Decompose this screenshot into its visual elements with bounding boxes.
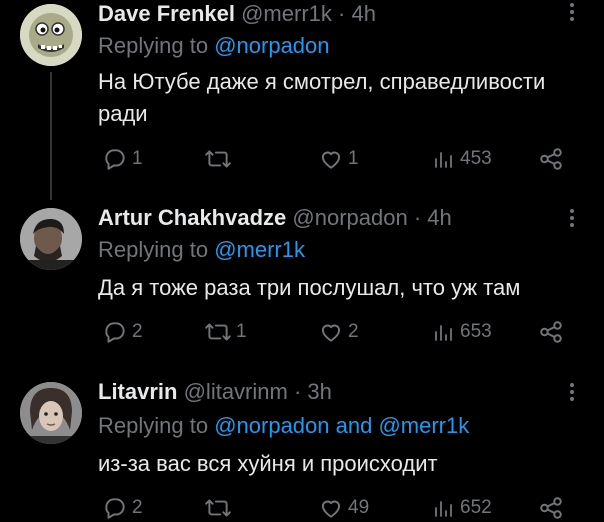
like-button[interactable]: 2 [318,318,359,346]
mention-link[interactable]: @norpadon and @merr1k [214,413,469,438]
analytics-icon [435,501,452,517]
like-count: 2 [348,321,359,342]
reply-count: 2 [132,497,143,518]
share-icon [540,148,562,170]
tweet[interactable]: Dave Frenkel @merr1k · 4h Replying to @n… [0,0,604,200]
retweet-count: 1 [236,321,247,342]
tweet[interactable]: Litavrin @litavrinm · 3h Replying to @no… [0,378,604,519]
reply-icon [105,498,125,519]
timestamp[interactable]: · 4h [338,1,376,26]
like-button[interactable]: 1 [318,145,359,173]
retweet-icon [205,150,231,168]
views-button[interactable]: 653 [432,318,492,346]
retweet-icon [205,499,231,517]
display-name[interactable]: Dave Frenkel [98,1,235,26]
replying-to: Replying to @norpadon and @merr1k [98,412,469,440]
retweet-button[interactable] [204,145,236,173]
tweet-header: Litavrin @litavrinm · 3h [98,378,332,406]
reply-icon [105,322,125,343]
view-count: 653 [460,321,492,342]
tweet-header: Artur Chakhvadze @norpadon · 4h [98,204,452,232]
reply-button[interactable]: 2 [102,318,143,346]
display-name[interactable]: Litavrin [98,379,177,404]
reply-icon [105,149,125,170]
share-icon [540,321,562,343]
reply-count: 2 [132,321,143,342]
more-options-button[interactable] [564,206,580,232]
like-count: 1 [348,148,359,169]
cartoon-face-icon [20,4,82,66]
replying-to-label: Replying to [98,237,209,262]
replying-to: Replying to @norpadon [98,32,330,60]
user-handle[interactable]: @litavrinm [184,379,288,404]
mention-link[interactable]: @merr1k [214,237,305,262]
like-count: 49 [348,497,370,518]
user-handle[interactable]: @merr1k [241,1,332,26]
profile-photo [20,208,82,270]
tweet[interactable]: Artur Chakhvadze @norpadon · 4h Replying… [0,204,604,374]
user-handle[interactable]: @norpadon [292,205,407,230]
avatar[interactable] [20,4,82,66]
reply-count: 1 [132,148,143,169]
action-bar: 1 1 453 [98,145,588,173]
timestamp[interactable]: · 4h [414,205,452,230]
tweet-header: Dave Frenkel @merr1k · 4h [98,0,376,28]
analytics-icon [435,325,452,341]
view-count: 453 [460,148,492,169]
retweet-icon [205,323,231,341]
reply-button[interactable]: 1 [102,145,143,173]
display-name[interactable]: Artur Chakhvadze [98,205,286,230]
action-bar: 2 1 2 653 [98,318,588,346]
tweet-text: из-за вас вся хуйня и происходит [98,451,438,476]
heart-icon [321,151,341,169]
avatar[interactable] [20,382,82,444]
replying-to: Replying to @merr1k [98,236,305,264]
more-options-button[interactable] [564,0,580,26]
tweet-text: На Ютубе даже я смотрел, справедливости … [98,69,546,126]
replying-to-label: Replying to [98,33,209,58]
heart-icon [321,324,341,342]
heart-icon [321,500,341,518]
profile-photo [20,382,82,444]
share-button[interactable] [538,318,564,346]
tweet-text: Да я тоже раза три послушал, что уж там [98,275,521,300]
share-button[interactable] [538,145,564,173]
mention-link[interactable]: @norpadon [214,33,329,58]
views-button[interactable]: 453 [432,145,492,173]
view-count: 652 [460,497,492,518]
avatar[interactable] [20,208,82,270]
more-options-button[interactable] [564,380,580,406]
replying-to-label: Replying to [98,413,209,438]
analytics-icon [435,152,452,168]
retweet-button[interactable]: 1 [204,318,247,346]
share-icon [540,497,562,519]
timestamp[interactable]: · 3h [294,379,332,404]
